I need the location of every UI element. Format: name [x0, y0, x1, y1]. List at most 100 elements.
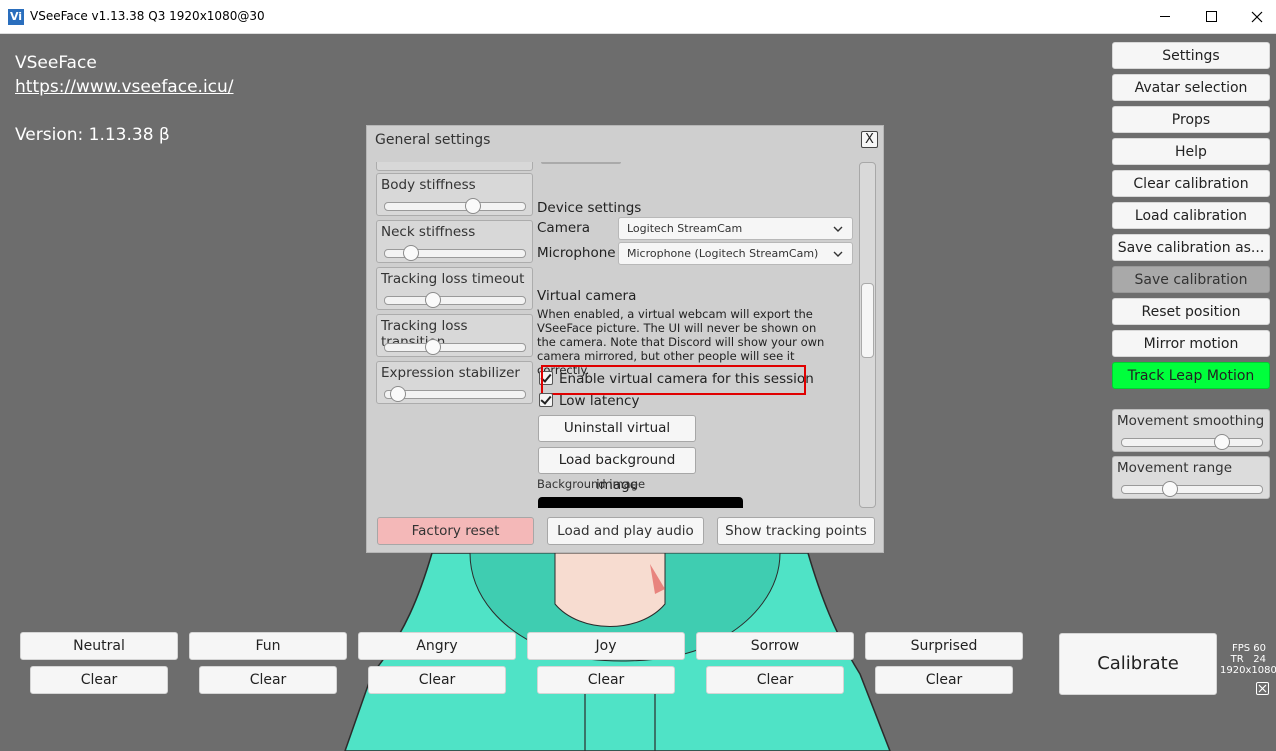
- props-button[interactable]: Props: [1112, 106, 1270, 133]
- close-icon: [1258, 684, 1267, 693]
- movement-smoothing-label: Movement smoothing: [1117, 413, 1265, 429]
- tr-label: TR: [1230, 654, 1244, 665]
- slider-track[interactable]: [384, 202, 526, 211]
- expression-stabilizer-slider: Expression stabilizer: [376, 361, 533, 404]
- expression-angry-button[interactable]: Angry: [358, 632, 516, 660]
- website-link[interactable]: https://www.vseeface.icu/: [15, 77, 234, 97]
- avatar-selection-button[interactable]: Avatar selection: [1112, 74, 1270, 101]
- background-image-preview: [538, 497, 743, 508]
- version-text: Version: 1.13.38 β: [15, 125, 170, 145]
- slider-handle[interactable]: [1161, 481, 1178, 497]
- expression-stabilizer-label: Expression stabilizer: [381, 365, 520, 381]
- movement-range-label: Movement range: [1117, 460, 1233, 476]
- slider-handle[interactable]: [424, 292, 441, 308]
- expression-fun-button[interactable]: Fun: [189, 632, 347, 660]
- highlight-box: [541, 365, 806, 395]
- microphone-dropdown[interactable]: Microphone (Logitech StreamCam): [618, 242, 853, 265]
- neck-stiffness-label: Neck stiffness: [381, 224, 476, 240]
- slider-handle[interactable]: [390, 386, 407, 402]
- partial-slider: [376, 162, 533, 171]
- scrollbar-thumb[interactable]: [861, 283, 874, 358]
- maximize-button[interactable]: [1188, 0, 1234, 33]
- settings-scrollbar[interactable]: [859, 162, 876, 508]
- mirror-motion-button[interactable]: Mirror motion: [1112, 330, 1270, 357]
- expression-sorrow-button[interactable]: Sorrow: [696, 632, 854, 660]
- factory-reset-button[interactable]: Factory reset: [377, 517, 534, 545]
- tr-value: 24: [1253, 654, 1266, 665]
- slider-track[interactable]: [384, 343, 526, 352]
- hide-ui-button[interactable]: [1256, 682, 1269, 695]
- clear-neutral-button[interactable]: Clear: [30, 666, 168, 694]
- minimize-icon: [1160, 16, 1170, 17]
- scene-viewport: VSeeFace https://www.vseeface.icu/ Versi…: [0, 34, 1276, 751]
- load-background-image-button[interactable]: Load background image: [538, 447, 696, 493]
- movement-range-slider: Movement range: [1112, 456, 1270, 499]
- slider-handle[interactable]: [402, 245, 419, 261]
- resolution-text: 1920x1080: [1220, 665, 1276, 676]
- app-icon: Vi: [8, 9, 24, 25]
- maximize-icon: [1205, 11, 1217, 22]
- minimize-button[interactable]: [1142, 0, 1188, 33]
- fps-value: 60: [1253, 643, 1266, 654]
- slider-track[interactable]: [384, 296, 526, 305]
- low-latency-label: Low latency: [559, 393, 640, 409]
- slider-handle[interactable]: [1214, 434, 1230, 450]
- dialog-close-button[interactable]: X: [861, 131, 878, 148]
- slider-track[interactable]: [1121, 438, 1263, 447]
- microphone-dropdown-value: Microphone (Logitech StreamCam): [627, 247, 819, 260]
- tracking-loss-transition-slider: Tracking loss transition: [376, 314, 533, 357]
- save-calibration-button[interactable]: Save calibration: [1112, 266, 1270, 293]
- settings-scroll-area[interactable]: Body stiffness Neck stiffness Tracking l…: [375, 162, 853, 508]
- avatar-neck: [554, 552, 666, 627]
- general-settings-dialog: General settings X Body stiffness Neck s…: [366, 125, 884, 553]
- movement-smoothing-slider: Movement smoothing: [1112, 409, 1270, 452]
- help-button[interactable]: Help: [1112, 138, 1270, 165]
- clear-surprised-button[interactable]: Clear: [875, 666, 1013, 694]
- neck-stiffness-slider: Neck stiffness: [376, 220, 533, 263]
- clear-fun-button[interactable]: Clear: [199, 666, 337, 694]
- calibrate-button[interactable]: Calibrate: [1059, 633, 1217, 695]
- fps-row: FPS 60: [1220, 643, 1266, 654]
- slider-handle[interactable]: [424, 339, 441, 355]
- load-and-play-audio-button[interactable]: Load and play audio: [547, 517, 704, 545]
- expression-neutral-button[interactable]: Neutral: [20, 632, 178, 660]
- tracking-loss-timeout-slider: Tracking loss timeout: [376, 267, 533, 310]
- save-calibration-as-button[interactable]: Save calibration as...: [1112, 234, 1270, 261]
- virtual-camera-heading: Virtual camera: [537, 288, 637, 304]
- device-settings-heading: Device settings: [537, 200, 642, 216]
- fps-label: FPS: [1231, 643, 1251, 654]
- window-title: VSeeFace v1.13.38 Q3 1920x1080@30: [30, 9, 265, 23]
- expression-joy-button[interactable]: Joy: [527, 632, 685, 660]
- clear-sorrow-button[interactable]: Clear: [706, 666, 844, 694]
- app-name: VSeeFace: [15, 53, 97, 73]
- close-icon: [1251, 11, 1263, 22]
- stats-overlay: FPS 60 TR 24 1920x1080: [1220, 643, 1276, 676]
- reset-position-button[interactable]: Reset position: [1112, 298, 1270, 325]
- show-tracking-points-button[interactable]: Show tracking points: [717, 517, 875, 545]
- camera-dropdown-value: Logitech StreamCam: [627, 222, 743, 235]
- uninstall-virtual-camera-button[interactable]: Uninstall virtual camera: [538, 415, 696, 461]
- window-titlebar: Vi VSeeFace v1.13.38 Q3 1920x1080@30: [0, 0, 1276, 34]
- track-leap-motion-button[interactable]: Track Leap Motion: [1112, 362, 1270, 389]
- body-stiffness-slider: Body stiffness: [376, 173, 533, 216]
- slider-handle[interactable]: [464, 198, 481, 214]
- clear-calibration-button[interactable]: Clear calibration: [1112, 170, 1270, 197]
- settings-button[interactable]: Settings: [1112, 42, 1270, 69]
- chevron-down-icon: [833, 251, 843, 257]
- tr-row: TR 24: [1220, 654, 1266, 665]
- background-image-label: Background image: [537, 477, 646, 491]
- low-latency-checkbox[interactable]: Low latency: [539, 393, 639, 409]
- load-calibration-button[interactable]: Load calibration: [1112, 202, 1270, 229]
- close-window-button[interactable]: [1234, 0, 1276, 33]
- body-stiffness-label: Body stiffness: [381, 177, 476, 193]
- clear-joy-button[interactable]: Clear: [537, 666, 675, 694]
- camera-dropdown[interactable]: Logitech StreamCam: [618, 217, 853, 240]
- slider-track[interactable]: [1121, 485, 1263, 494]
- chevron-down-icon: [833, 226, 843, 232]
- partial-option: [541, 162, 621, 164]
- expression-surprised-button[interactable]: Surprised: [865, 632, 1023, 660]
- microphone-label: Microphone: [537, 245, 616, 261]
- dialog-title: General settings: [375, 132, 491, 148]
- clear-angry-button[interactable]: Clear: [368, 666, 506, 694]
- camera-label: Camera: [537, 220, 590, 236]
